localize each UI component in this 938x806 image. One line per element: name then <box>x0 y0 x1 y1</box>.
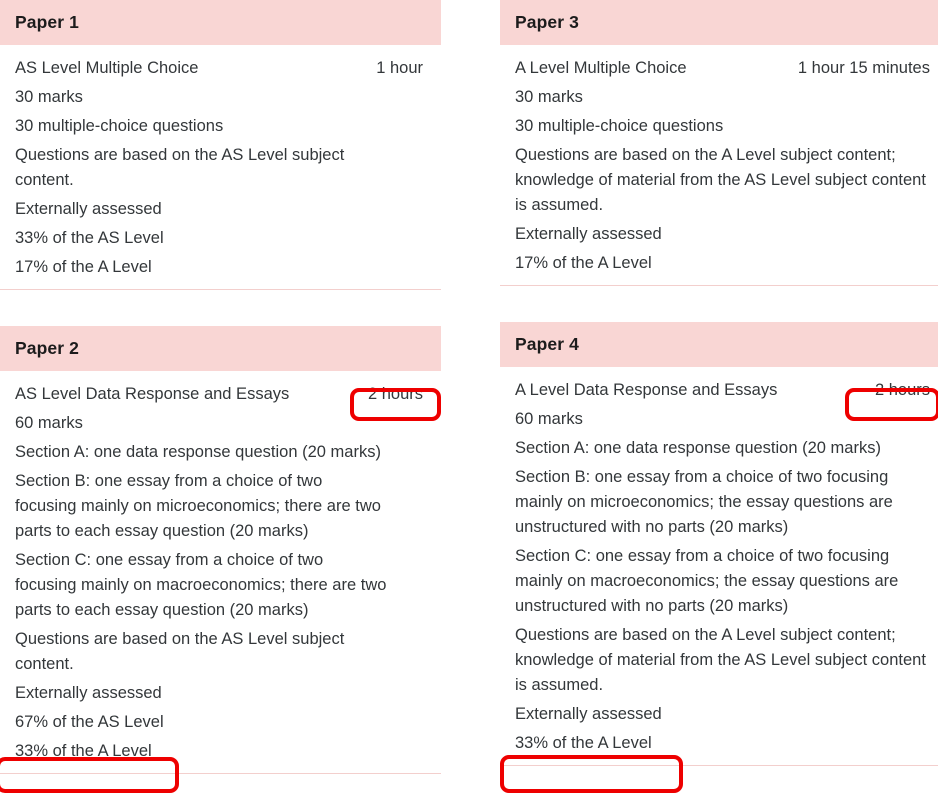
paper-title-paper-3: A Level Multiple Choice <box>515 59 687 77</box>
paper-body-paper-1: AS Level Multiple Choice 1 hour 30 marks… <box>0 45 441 280</box>
paper-divider <box>0 773 441 774</box>
paper-body-paper-4: A Level Data Response and Essays 2 hours… <box>500 367 938 756</box>
paper-header-title-paper-1: Paper 1 <box>15 12 79 32</box>
paper-header-title-paper-2: Paper 2 <box>15 338 79 358</box>
paper-divider <box>0 289 441 290</box>
paper-title-paper-2: AS Level Data Response and Essays <box>15 385 290 403</box>
assessment-overview-sheet: Paper 1 AS Level Multiple Choice 1 hour … <box>0 0 938 806</box>
paper-detail-line: Section C: one essay from a choice of tw… <box>15 551 387 619</box>
paper-detail-line: Externally assessed <box>515 225 662 243</box>
paper-header-paper-2: Paper 2 <box>0 326 441 371</box>
paper-detail-line: Section C: one essay from a choice of tw… <box>515 547 899 615</box>
paper-title-row-paper-3: A Level Multiple Choice 1 hour 15 minute… <box>515 56 938 81</box>
paper-detail-line-highlighted: 33% of the A Level <box>515 734 652 752</box>
paper-title-paper-4: A Level Data Response and Essays <box>515 381 778 399</box>
paper-column-right: Paper 3 A Level Multiple Choice 1 hour 1… <box>500 0 938 766</box>
paper-header-paper-4: Paper 4 <box>500 322 938 367</box>
paper-header-title-paper-4: Paper 4 <box>515 334 579 354</box>
paper-detail-line: 30 marks <box>15 88 83 106</box>
paper-detail-line: 17% of the A Level <box>515 254 652 272</box>
paper-header-title-paper-3: Paper 3 <box>515 12 579 32</box>
paper-detail-line: Externally assessed <box>15 684 162 702</box>
paper-title-row-paper-4: A Level Data Response and Essays 2 hours <box>515 378 938 403</box>
paper-title-paper-1: AS Level Multiple Choice <box>15 59 199 77</box>
paper-block-paper-1: Paper 1 AS Level Multiple Choice 1 hour … <box>0 0 441 290</box>
paper-duration-paper-3: 1 hour 15 minutes <box>797 59 930 77</box>
paper-block-paper-4: Paper 4 A Level Data Response and Essays… <box>500 322 938 766</box>
paper-block-paper-3: Paper 3 A Level Multiple Choice 1 hour 1… <box>500 0 938 286</box>
paper-detail-line: 30 multiple-choice questions <box>515 117 724 135</box>
paper-detail-line: Section B: one essay from a choice of tw… <box>15 472 381 540</box>
paper-detail-line-highlighted: 33% of the A Level <box>15 742 152 760</box>
paper-detail-line: Questions are based on the AS Level subj… <box>15 146 345 189</box>
paper-detail-line: 30 marks <box>515 88 583 106</box>
paper-duration-paper-1: 1 hour <box>376 59 423 77</box>
paper-detail-line: Section A: one data response question (2… <box>515 439 881 457</box>
paper-divider <box>500 285 938 286</box>
paper-duration-paper-4: 2 hours <box>874 381 930 399</box>
paper-detail-line: 60 marks <box>515 410 583 428</box>
paper-duration-paper-2: 2 hours <box>367 385 423 403</box>
paper-detail-line: 17% of the A Level <box>15 258 152 276</box>
paper-title-row-paper-1: AS Level Multiple Choice 1 hour <box>15 56 441 81</box>
paper-detail-line: 30 multiple-choice questions <box>15 117 224 135</box>
paper-detail-line: 33% of the AS Level <box>15 229 164 247</box>
paper-column-left: Paper 1 AS Level Multiple Choice 1 hour … <box>0 0 441 774</box>
paper-detail-line: Section B: one essay from a choice of tw… <box>515 468 893 536</box>
paper-detail-line: 60 marks <box>15 414 83 432</box>
paper-header-paper-3: Paper 3 <box>500 0 938 45</box>
paper-detail-line: Questions are based on the A Level subje… <box>515 146 926 214</box>
paper-detail-line: Questions are based on the A Level subje… <box>515 626 926 694</box>
paper-detail-line: Externally assessed <box>15 200 162 218</box>
paper-detail-line: Questions are based on the AS Level subj… <box>15 630 345 673</box>
paper-detail-line: Externally assessed <box>515 705 662 723</box>
paper-title-row-paper-2: AS Level Data Response and Essays 2 hour… <box>15 382 441 407</box>
paper-divider <box>500 765 938 766</box>
paper-detail-line: Section A: one data response question (2… <box>15 443 381 461</box>
paper-block-paper-2: Paper 2 AS Level Data Response and Essay… <box>0 326 441 774</box>
paper-header-paper-1: Paper 1 <box>0 0 441 45</box>
paper-body-paper-3: A Level Multiple Choice 1 hour 15 minute… <box>500 45 938 276</box>
paper-body-paper-2: AS Level Data Response and Essays 2 hour… <box>0 371 441 764</box>
paper-detail-line: 67% of the AS Level <box>15 713 164 731</box>
